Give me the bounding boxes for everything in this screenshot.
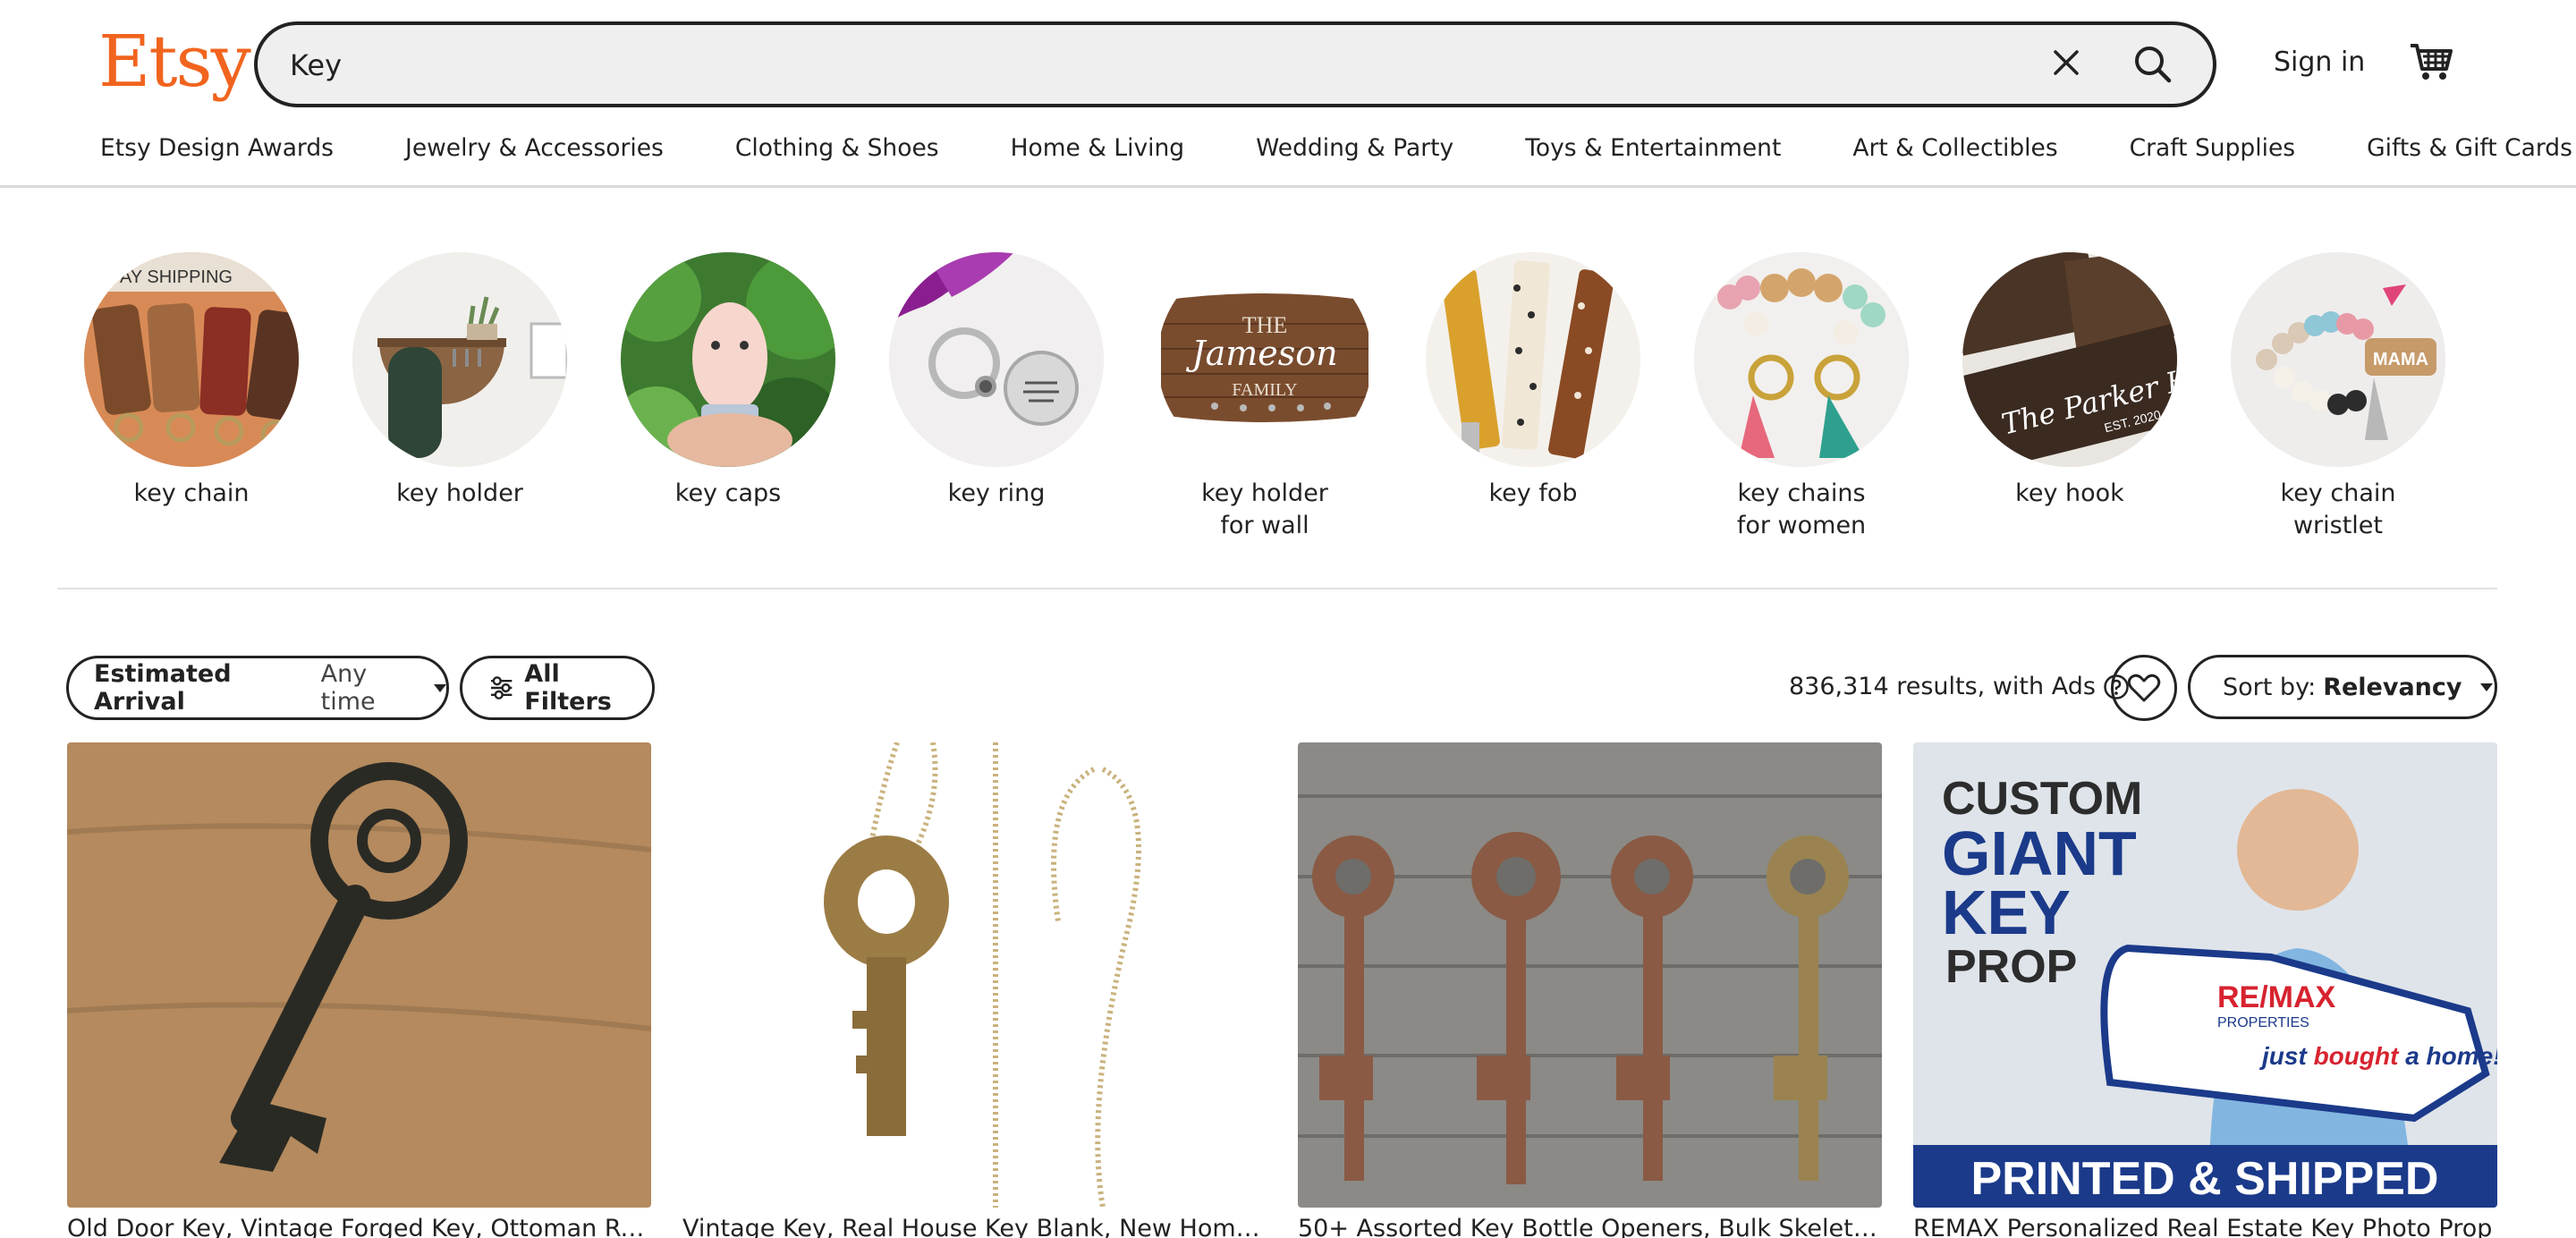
- filter-sliders-icon: [490, 676, 513, 700]
- etsy-logo[interactable]: Etsy: [98, 20, 251, 103]
- related-search-image: The Parker Ho EST. 2020: [1962, 252, 2177, 467]
- related-search-image: THE Jameson FAMILY: [1157, 252, 1372, 467]
- product-image: CUSTOM GIANT KEY PROP RE/MAX PROPERTIES …: [1913, 742, 2497, 1208]
- related-search-image: [1694, 252, 1909, 467]
- related-search-label: key holder: [396, 479, 523, 507]
- product-card[interactable]: Old Door Key, Vintage Forged Key, Ottoma…: [67, 742, 651, 1238]
- caret-down-icon: [2479, 683, 2493, 691]
- related-search-item[interactable]: MAMA key chain wristlet: [2231, 252, 2445, 542]
- svg-text:FAMILY: FAMILY: [1232, 380, 1297, 400]
- svg-text:Jameson: Jameson: [1185, 334, 1337, 373]
- estimated-arrival-value: Any time: [320, 660, 376, 716]
- product-card[interactable]: CUSTOM GIANT KEY PROP RE/MAX PROPERTIES …: [1913, 742, 2497, 1238]
- all-filters-label: All Filters: [524, 660, 612, 716]
- cart-button[interactable]: [2406, 39, 2456, 84]
- estimated-arrival-label: Estimated Arrival: [94, 660, 232, 716]
- related-search-item[interactable]: key chains for women: [1694, 252, 1909, 542]
- estimated-arrival-dropdown[interactable]: Estimated Arrival Any time: [66, 656, 449, 720]
- category-nav: Etsy Design Awards Jewelry & Accessories…: [100, 134, 2572, 174]
- caret-down-icon: [434, 683, 446, 692]
- related-search-image: [889, 252, 1104, 467]
- related-search-item[interactable]: THE Jameson FAMILY key holder for wall: [1157, 252, 1372, 542]
- svg-text:PROP: PROP: [1945, 941, 2077, 993]
- product-title[interactable]: 50+ Assorted Key Bottle Openers, Bulk Sk…: [1298, 1215, 1882, 1238]
- cart-icon: [2411, 44, 2453, 80]
- related-search-image: AY SHIPPING: [84, 252, 299, 467]
- product-title[interactable]: Old Door Key, Vintage Forged Key, Ottoma…: [67, 1215, 651, 1238]
- product-image: [1298, 742, 1882, 1208]
- sort-label: Sort by:: [2223, 673, 2317, 701]
- sort-value: Relevancy: [2323, 673, 2462, 701]
- category-link[interactable]: Craft Supplies: [2130, 134, 2295, 174]
- svg-text:PRINTED & SHIPPED: PRINTED & SHIPPED: [1971, 1153, 2439, 1205]
- related-search-item[interactable]: AY SHIPPING key chain: [84, 252, 299, 510]
- etsy-search-page: Etsy Sign in Etsy Des: [0, 0, 2576, 1238]
- related-search-label: key holder for wall: [1201, 479, 1328, 539]
- save-search-button[interactable]: [2111, 655, 2177, 721]
- product-title[interactable]: REMAX Personalized Real Estate Key Photo…: [1913, 1215, 2497, 1238]
- category-link[interactable]: Clothing & Shoes: [735, 134, 939, 174]
- results-count: 836,314 results, with Ads: [1789, 673, 2130, 700]
- related-search-item[interactable]: key holder: [352, 252, 567, 510]
- related-search-image: [352, 252, 567, 467]
- all-filters-button[interactable]: All Filters: [460, 656, 655, 720]
- sort-dropdown[interactable]: Sort by: Relevancy: [2188, 655, 2497, 719]
- related-search-label: key caps: [674, 479, 782, 507]
- category-link[interactable]: Gifts & Gift Cards: [2367, 134, 2572, 174]
- clear-search-button[interactable]: [2048, 43, 2084, 82]
- heart-icon: [2127, 674, 2161, 702]
- close-icon: [2054, 50, 2079, 75]
- category-link[interactable]: Toys & Entertainment: [1525, 134, 1781, 174]
- related-searches: AY SHIPPING key chain key holder key cap…: [84, 252, 2499, 556]
- product-image: [682, 742, 1267, 1208]
- svg-text:AY SHIPPING: AY SHIPPING: [120, 267, 233, 287]
- category-link[interactable]: Etsy Design Awards: [100, 134, 334, 174]
- related-search-label: key chain: [133, 479, 250, 507]
- category-link[interactable]: Art & Collectibles: [1852, 134, 2057, 174]
- site-header: Etsy Sign in Etsy Des: [0, 0, 2576, 188]
- related-search-item[interactable]: key caps: [621, 252, 835, 510]
- related-search-item[interactable]: key fob: [1426, 252, 1640, 510]
- svg-text:MAMA: MAMA: [2373, 350, 2428, 369]
- category-link[interactable]: Wedding & Party: [1256, 134, 1453, 174]
- related-search-image: [621, 252, 835, 467]
- search-bar: [254, 21, 2216, 107]
- related-search-item[interactable]: key ring: [889, 252, 1104, 510]
- product-card[interactable]: 50+ Assorted Key Bottle Openers, Bulk Sk…: [1298, 742, 1882, 1238]
- related-search-label: key ring: [947, 479, 1046, 507]
- svg-text:just bought: just bought a home!: [2258, 1042, 2497, 1070]
- related-search-label: key chain wristlet: [2280, 479, 2396, 539]
- sign-in-link[interactable]: Sign in: [2274, 47, 2365, 78]
- related-search-label: key fob: [1488, 479, 1578, 507]
- svg-text:KEY: KEY: [1942, 878, 2071, 947]
- related-search-label: key chains for women: [1736, 479, 1867, 539]
- related-search-label: key hook: [2015, 479, 2124, 507]
- category-link[interactable]: Jewelry & Accessories: [405, 134, 664, 174]
- related-search-item[interactable]: The Parker Ho EST. 2020 key hook: [1962, 252, 2177, 510]
- search-input[interactable]: [290, 43, 1989, 88]
- search-submit-button[interactable]: [2131, 43, 2175, 86]
- product-title[interactable]: Vintage Key, Real House Key Blank, New H…: [682, 1215, 1267, 1238]
- product-image: [67, 742, 651, 1208]
- related-search-image: MAMA: [2231, 252, 2445, 467]
- svg-text:CUSTOM: CUSTOM: [1942, 773, 2142, 825]
- svg-text:PROPERTIES: PROPERTIES: [2217, 1015, 2309, 1030]
- results-count-text: 836,314 results, with Ads: [1789, 673, 2096, 700]
- svg-text:RE/MAX: RE/MAX: [2217, 980, 2336, 1014]
- category-link[interactable]: Home & Living: [1011, 134, 1185, 174]
- section-divider: [57, 588, 2497, 589]
- related-search-image: [1426, 252, 1640, 467]
- product-card[interactable]: Vintage Key, Real House Key Blank, New H…: [682, 742, 1267, 1238]
- search-icon: [2135, 47, 2172, 83]
